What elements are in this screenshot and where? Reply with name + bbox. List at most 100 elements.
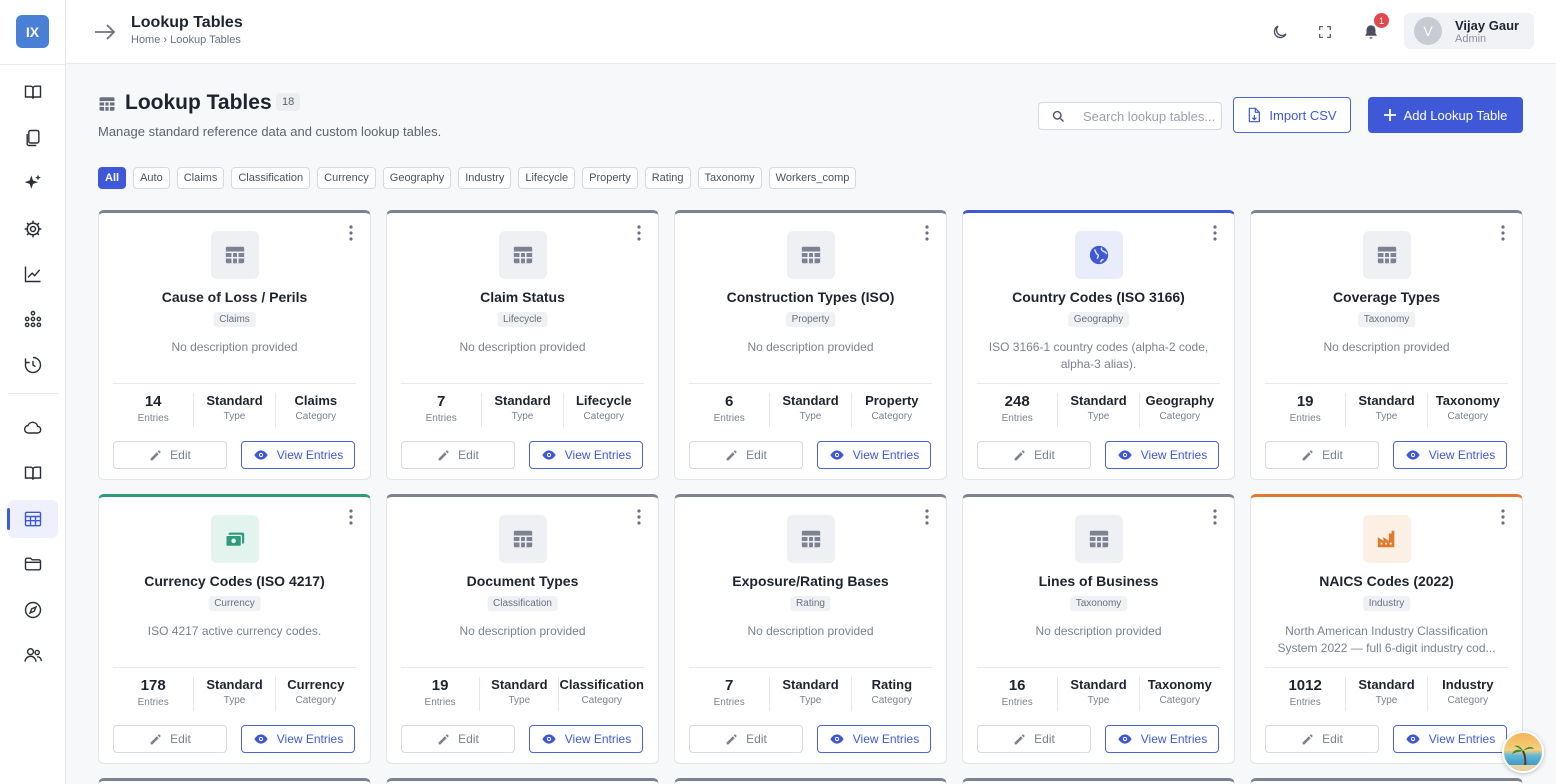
edit-label: Edit: [170, 732, 191, 746]
filter-chip-auto[interactable]: Auto: [133, 167, 170, 189]
eye-icon: [1406, 734, 1420, 744]
sidebar-divider: [0, 64, 66, 65]
filter-chip-claims[interactable]: Claims: [176, 167, 225, 189]
import-csv-button[interactable]: Import CSV: [1233, 97, 1351, 133]
more-vertical-icon[interactable]: [632, 509, 646, 525]
edit-button[interactable]: Edit: [977, 725, 1091, 753]
nav-hierarchy-icon[interactable]: [8, 300, 58, 338]
more-vertical-icon[interactable]: [632, 225, 646, 241]
filter-chip-lifecycle[interactable]: Lifecycle: [518, 167, 576, 189]
view-entries-button[interactable]: View Entries: [1393, 441, 1507, 469]
category-label: Category: [871, 411, 913, 422]
filter-chip-geography[interactable]: Geography: [382, 167, 452, 189]
card-description: North American Industry Classification S…: [1277, 624, 1496, 655]
stat-type: Standard Type: [1057, 677, 1138, 711]
view-entries-button[interactable]: View Entries: [241, 725, 355, 753]
view-entries-button[interactable]: View Entries: [817, 441, 931, 469]
edit-label: Edit: [746, 732, 767, 746]
view-entries-button[interactable]: View Entries: [1105, 441, 1219, 469]
fullscreen-icon[interactable]: [1313, 20, 1337, 44]
view-entries-button[interactable]: View Entries: [529, 441, 643, 469]
card-title[interactable]: NAICS Codes (2022): [1259, 573, 1514, 589]
card-title[interactable]: Lines of Business: [971, 573, 1226, 589]
app-logo[interactable]: IX: [16, 15, 49, 48]
page-title: Lookup Tables: [125, 91, 272, 114]
edit-button[interactable]: Edit: [113, 725, 227, 753]
edit-button[interactable]: Edit: [689, 441, 803, 469]
more-vertical-icon[interactable]: [920, 225, 934, 241]
edit-label: Edit: [1322, 448, 1343, 462]
more-vertical-icon[interactable]: [1496, 225, 1510, 241]
card-description: No description provided: [1323, 340, 1450, 354]
nav-library-icon[interactable]: [8, 454, 58, 492]
view-entries-label: View Entries: [1428, 448, 1496, 462]
breadcrumb[interactable]: Home › Lookup Tables: [131, 34, 241, 46]
edit-button[interactable]: Edit: [401, 725, 515, 753]
notification-bell-icon[interactable]: 1: [1359, 13, 1389, 44]
filter-chip-classification[interactable]: Classification: [231, 167, 311, 189]
more-vertical-icon[interactable]: [1208, 509, 1222, 525]
category-tag: Property: [785, 312, 836, 327]
view-entries-button[interactable]: View Entries: [241, 441, 355, 469]
nav-cloud-icon[interactable]: [8, 409, 58, 447]
edit-button[interactable]: Edit: [113, 441, 227, 469]
card-title[interactable]: Country Codes (ISO 3166): [971, 289, 1226, 305]
view-entries-button[interactable]: View Entries: [817, 725, 931, 753]
card-title[interactable]: Currency Codes (ISO 4217): [107, 573, 362, 589]
card-title[interactable]: Document Types: [395, 573, 650, 589]
filter-chip-all[interactable]: All: [98, 167, 127, 189]
edit-button[interactable]: Edit: [1265, 441, 1379, 469]
view-entries-button[interactable]: View Entries: [1105, 725, 1219, 753]
edit-button[interactable]: Edit: [689, 725, 803, 753]
edit-button[interactable]: Edit: [401, 441, 515, 469]
filter-chip-rating[interactable]: Rating: [644, 167, 691, 189]
nav-book-icon[interactable]: [8, 73, 58, 111]
dark-mode-icon[interactable]: [1268, 20, 1292, 44]
edit-button[interactable]: Edit: [977, 441, 1091, 469]
filter-chip-taxonomy[interactable]: Taxonomy: [697, 167, 762, 189]
card-peek: [98, 778, 371, 784]
assistant-launcher-button[interactable]: [1502, 731, 1544, 773]
stat-type: Standard Type: [193, 393, 274, 427]
nav-documents-icon[interactable]: [8, 119, 58, 157]
edit-label: Edit: [1034, 732, 1055, 746]
user-menu[interactable]: V Vijay Gaur Admin: [1404, 13, 1534, 49]
entries-label: Entries: [424, 697, 456, 708]
card-title[interactable]: Exposure/Rating Bases: [683, 573, 938, 589]
nav-folder-icon[interactable]: [8, 545, 58, 583]
nav-lookup-tables-icon[interactable]: [7, 500, 58, 538]
filter-chip-workers_comp[interactable]: Workers_comp: [768, 167, 857, 189]
category-tag: Industry: [1362, 596, 1411, 611]
card-title[interactable]: Cause of Loss / Perils: [107, 289, 362, 305]
edit-button[interactable]: Edit: [1265, 725, 1379, 753]
more-vertical-icon[interactable]: [344, 509, 358, 525]
expand-arrow-icon[interactable]: [92, 19, 118, 45]
view-entries-button[interactable]: View Entries: [529, 725, 643, 753]
entries-value: 6: [724, 393, 734, 410]
entries-label: Entries: [137, 413, 169, 424]
entries-label: Entries: [713, 697, 745, 708]
card-title[interactable]: Coverage Types: [1259, 289, 1514, 305]
filter-chip-property[interactable]: Property: [582, 167, 638, 189]
nav-sparkle-icon[interactable]: [8, 164, 58, 202]
nav-history-icon[interactable]: [8, 346, 58, 384]
more-vertical-icon[interactable]: [1496, 509, 1510, 525]
more-vertical-icon[interactable]: [344, 225, 358, 241]
filter-chip-industry[interactable]: Industry: [458, 167, 512, 189]
more-vertical-icon[interactable]: [920, 509, 934, 525]
nav-analytics-icon[interactable]: [8, 255, 58, 293]
view-entries-button[interactable]: View Entries: [1393, 725, 1507, 753]
nav-settings-icon[interactable]: [8, 210, 58, 248]
card-title[interactable]: Construction Types (ISO): [683, 289, 938, 305]
search-input[interactable]: [1083, 106, 1217, 126]
edit-label: Edit: [1322, 732, 1343, 746]
more-vertical-icon[interactable]: [1208, 225, 1222, 241]
category-tag: Claims: [213, 312, 256, 327]
category-tag: Geography: [1067, 312, 1130, 327]
add-lookup-table-button[interactable]: Add Lookup Table: [1368, 97, 1523, 133]
filter-chip-currency[interactable]: Currency: [317, 167, 376, 189]
card-title[interactable]: Claim Status: [395, 289, 650, 305]
nav-compass-icon[interactable]: [8, 591, 58, 629]
nav-users-icon[interactable]: [8, 636, 58, 674]
type-label: Type: [511, 411, 534, 422]
